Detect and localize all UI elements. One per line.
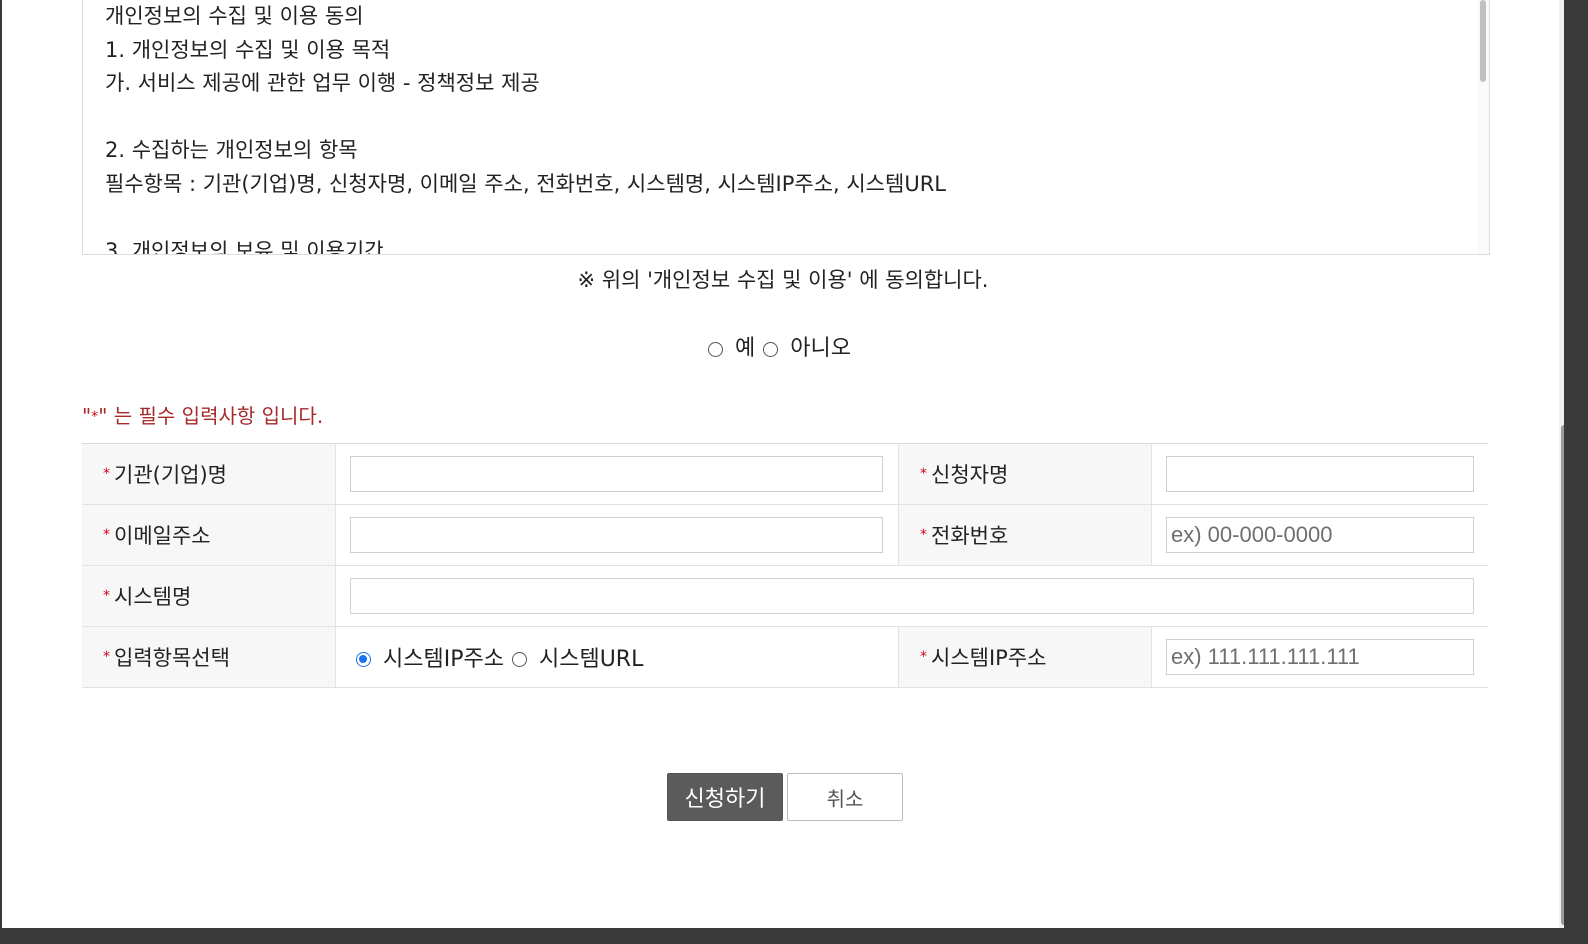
- phone-label-cell: * 전화번호: [898, 505, 1151, 565]
- system-ip-radio[interactable]: [356, 651, 371, 667]
- agree-no-radio[interactable]: [763, 341, 779, 357]
- consent-text: 개인정보의 수집 및 이용 동의 1. 개인정보의 수집 및 이용 목적 가. …: [105, 0, 1469, 255]
- agree-question: ※ 위의 '개인정보 수집 및 이용' 에 동의합니다.: [577, 268, 989, 292]
- required-note-prefix: ": [82, 404, 92, 428]
- system-name-input[interactable]: [350, 578, 1474, 614]
- system-label: 시스템명: [114, 585, 192, 609]
- agree-no-label[interactable]: 아니오: [790, 330, 851, 362]
- ip-input-cell: [1151, 627, 1488, 687]
- application-form: * 기관(기업)명 * 신청자명 * 이메일주소 * 전화번호 ex) 00-0…: [82, 443, 1488, 688]
- submit-button[interactable]: 신청하기: [667, 773, 783, 821]
- consent-line: 가. 서비스 제공에 관한 업무 이행 - 정책정보 제공: [105, 71, 540, 95]
- form-row: * 시스템명: [82, 566, 1488, 627]
- required-note-suffix: " 는 필수 입력사항 입니다.: [98, 404, 324, 428]
- window-bottom-border: [0, 928, 1588, 944]
- form-row: * 기관(기업)명 * 신청자명: [82, 444, 1488, 505]
- consent-scrollbar-thumb[interactable]: [1480, 0, 1486, 82]
- org-label: 기관(기업)명: [114, 463, 227, 487]
- org-input-cell: [335, 444, 898, 504]
- email-label-cell: * 이메일주소: [82, 505, 335, 565]
- required-mark: *: [920, 527, 927, 543]
- org-name-input[interactable]: [350, 456, 883, 492]
- consent-line: 필수항목 : 기관(기업)명, 신청자명, 이메일 주소, 전화번호, 시스템명…: [105, 171, 946, 196]
- form-row: * 입력항목선택 시스템IP주소 시스템URL * 시스템IP주소: [82, 627, 1488, 688]
- required-mark: *: [103, 527, 110, 543]
- page: 개인정보의 수집 및 이용 동의 1. 개인정보의 수집 및 이용 목적 가. …: [2, 0, 1564, 928]
- consent-textbox[interactable]: 개인정보의 수집 및 이용 동의 1. 개인정보의 수집 및 이용 목적 가. …: [82, 0, 1490, 255]
- org-label-cell: * 기관(기업)명: [82, 444, 335, 504]
- required-mark: *: [103, 588, 110, 604]
- applicant-input-cell: [1151, 444, 1488, 504]
- consent-line: 3. 개인정보의 보유 및 이용기간: [105, 238, 384, 255]
- consent-scrollbar[interactable]: [1477, 0, 1489, 254]
- input-select-label: 입력항목선택: [114, 646, 230, 670]
- button-group: 신청하기 취소: [667, 773, 903, 821]
- system-url-option-label[interactable]: 시스템URL: [539, 641, 643, 673]
- required-mark: *: [920, 649, 927, 665]
- input-type-radio-group: 시스템IP주소 시스템URL: [350, 641, 651, 673]
- page-scrollbar-thumb[interactable]: [1561, 425, 1564, 925]
- agree-yes-radio[interactable]: [708, 341, 723, 357]
- form-row: * 이메일주소 * 전화번호: [82, 505, 1488, 566]
- system-url-radio[interactable]: [511, 651, 527, 667]
- required-note: "*" 는 필수 입력사항 입니다.: [82, 400, 323, 429]
- ip-label-cell: * 시스템IP주소: [898, 627, 1151, 687]
- required-mark: *: [103, 466, 110, 482]
- email-input[interactable]: [350, 517, 883, 553]
- email-input-cell: [335, 505, 898, 565]
- cancel-button[interactable]: 취소: [787, 773, 903, 821]
- required-mark: *: [103, 649, 110, 665]
- applicant-label-cell: * 신청자명: [898, 444, 1151, 504]
- phone-input-cell: [1151, 505, 1488, 565]
- agree-yes-label[interactable]: 예: [735, 330, 755, 362]
- system-label-cell: * 시스템명: [82, 566, 335, 626]
- consent-line: [105, 101, 1469, 135]
- input-select-label-cell: * 입력항목선택: [82, 627, 335, 687]
- consent-line: 2. 수집하는 개인정보의 항목: [105, 138, 358, 162]
- system-ip-input[interactable]: [1166, 639, 1474, 675]
- ip-label: 시스템IP주소: [931, 646, 1047, 670]
- applicant-label: 신청자명: [931, 463, 1009, 487]
- system-ip-option-label[interactable]: 시스템IP주소: [383, 641, 504, 673]
- page-scrollbar[interactable]: [1559, 0, 1564, 928]
- system-input-cell: [335, 566, 1488, 626]
- phone-input[interactable]: [1166, 517, 1474, 553]
- consent-line: 개인정보의 수집 및 이용 동의: [105, 4, 364, 28]
- agree-radio-group: 예 아니오: [708, 330, 859, 362]
- consent-line: 1. 개인정보의 수집 및 이용 목적: [105, 37, 391, 62]
- phone-label: 전화번호: [931, 524, 1009, 548]
- email-label: 이메일주소: [114, 524, 211, 548]
- consent-line: [105, 201, 1469, 235]
- required-mark: *: [920, 466, 927, 482]
- applicant-name-input[interactable]: [1166, 456, 1474, 492]
- input-select-cell: 시스템IP주소 시스템URL: [335, 627, 898, 687]
